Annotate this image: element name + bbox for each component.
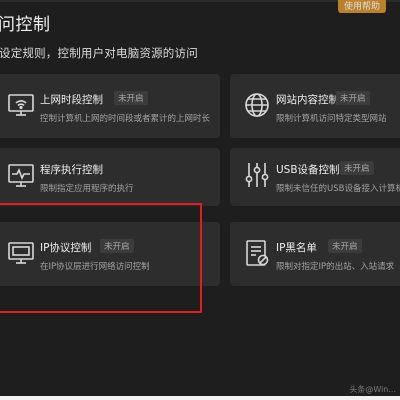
card-description: 限制计算机访问特定类型网站 (276, 114, 387, 124)
card-description: 限制指定应用程序的执行 (40, 184, 134, 194)
monitor-screen-icon (6, 238, 36, 268)
card-name: 程序执行控制 (40, 164, 103, 176)
card-description: 在IP协议层进行网络访问控制 (40, 262, 150, 272)
status-badge: 未开启 (340, 161, 374, 175)
status-badge: 未开启 (100, 239, 134, 253)
card-name: IP黑名单 (276, 242, 317, 254)
help-link[interactable]: 使用帮助 (337, 0, 386, 13)
status-badge: 未开启 (328, 239, 362, 253)
card-description: 控制计算机上网的时间段或者累计的上网时长 (40, 114, 211, 124)
card-name: IP协议控制 (40, 242, 92, 254)
card-description: 限制对指定IP的出站、入站请求 (276, 262, 395, 272)
document-ban-icon (242, 238, 272, 268)
bottom-edge (0, 396, 400, 400)
card-name: 上网时段控制 (40, 94, 103, 106)
page-subtitle: 设定规则，控制用户对电脑资源的访问 (0, 46, 198, 60)
status-badge: 未开启 (336, 91, 370, 105)
card-ip-protocol-control[interactable]: IP协议控制 未开启 在IP协议层进行网络访问控制 (0, 222, 220, 286)
card-internet-time-control[interactable]: 上网时段控制 未开启 控制计算机上网的时间段或者累计的上网时长 (0, 74, 220, 138)
globe-icon (242, 90, 272, 120)
page-title: 问控制 (0, 15, 51, 35)
monitor-pulse-icon (6, 160, 36, 190)
card-ip-blacklist[interactable]: IP黑名单 未开启 限制对指定IP的出站、入站请求 (230, 222, 400, 286)
card-name: 网站内容控制 (276, 94, 339, 106)
monitor-wifi-icon (6, 90, 36, 120)
status-badge: 未开启 (114, 91, 148, 105)
card-usb-device-control[interactable]: USB设备控制 未开启 限制未信任的USB设备接入计算机 (230, 148, 400, 206)
card-website-content-control[interactable]: 网站内容控制 未开启 限制计算机访问特定类型网站 (230, 74, 400, 138)
card-program-execution-control[interactable]: 程序执行控制 限制指定应用程序的执行 (0, 148, 220, 206)
sliders-icon (242, 160, 272, 190)
card-name: USB设备控制 (276, 164, 340, 176)
card-description: 限制未信任的USB设备接入计算机 (276, 184, 400, 194)
watermark: 头条@Win... (349, 385, 396, 394)
